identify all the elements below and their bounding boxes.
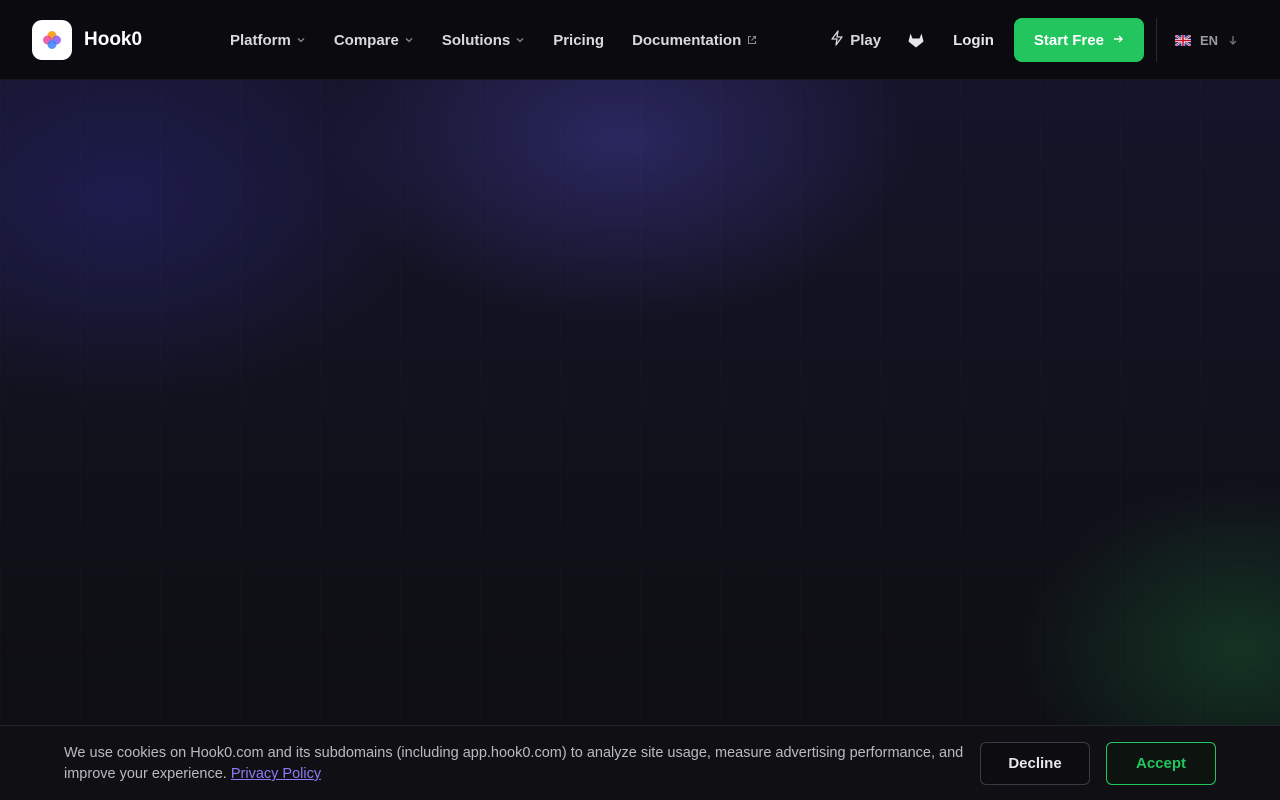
nav-divider [1155,18,1157,62]
nav-item-documentation[interactable]: Documentation [632,32,758,49]
privacy-policy-link[interactable]: Privacy Policy [231,766,321,782]
nav-item-label: Pricing [553,31,605,49]
accept-button[interactable]: Accept [1106,742,1216,785]
top-navigation: Hook0 Platform Compare Solutions Pricing… [0,0,1280,80]
nav-item-label: Documentation [632,31,742,49]
cookie-text: We use cookies on Hook0.com and its subd… [64,745,964,782]
chevron-down-icon [404,35,414,45]
nav-item-pricing[interactable]: Pricing [553,32,604,49]
nav-actions: Play Login Start Free EN [830,0,1280,80]
uk-flag-icon [1174,34,1191,46]
lightning-icon [830,30,850,50]
start-free-label: Start Free [1033,31,1104,49]
gitlab-icon[interactable] [907,31,925,49]
nav-item-label: Compare [333,31,399,49]
play-link[interactable]: Play [830,30,881,50]
nav-item-compare[interactable]: Compare [334,32,414,49]
chevron-down-icon [296,35,306,45]
start-free-button[interactable]: Start Free [1013,18,1144,62]
cookie-message: We use cookies on Hook0.com and its subd… [64,743,974,785]
hook0-logo-icon [32,20,72,60]
language-selector[interactable]: EN [1174,32,1238,48]
brand-home-link[interactable]: Hook0 [32,20,142,60]
play-label: Play [850,31,882,49]
login-link[interactable]: Login [953,32,994,49]
brand-name: Hook0 [84,29,143,50]
nav-item-label: Solutions [441,31,511,49]
external-link-icon [746,34,758,46]
cookie-banner: We use cookies on Hook0.com and its subd… [0,725,1280,800]
language-label: EN [1199,32,1218,48]
nav-item-platform[interactable]: Platform [230,32,306,49]
nav-links: Platform Compare Solutions Pricing Docum… [230,0,786,80]
arrow-down-icon [1228,34,1238,46]
chevron-down-icon [515,35,525,45]
arrow-right-icon [1104,32,1124,49]
nav-item-label: Platform [230,31,291,49]
nav-item-solutions[interactable]: Solutions [442,32,525,49]
decline-button[interactable]: Decline [980,742,1090,785]
hero-background [0,80,1280,725]
